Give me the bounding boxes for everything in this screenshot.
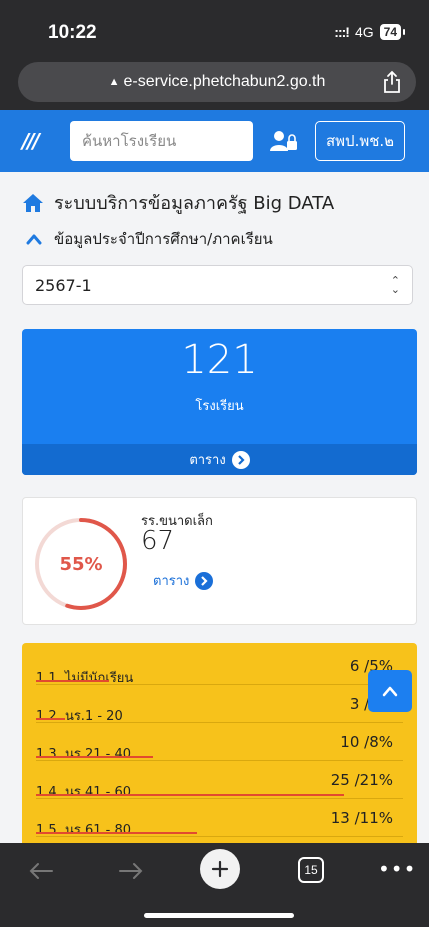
back-arrow-icon[interactable] bbox=[28, 861, 54, 881]
scroll-top-button[interactable] bbox=[368, 670, 412, 712]
plus-icon bbox=[211, 860, 229, 878]
arrow-right-circle-icon bbox=[195, 571, 214, 590]
arrow-right-circle-icon bbox=[231, 450, 250, 469]
size-breakdown-row: 1.3. นร.21 - 40 10 /8% bbox=[36, 723, 403, 762]
term-select[interactable]: 2567-1 ⌃ ⌄ bbox=[22, 265, 413, 305]
size-breakdown-value: 13 /11% bbox=[330, 809, 393, 827]
school-count-label: โรงเรียน bbox=[195, 399, 244, 414]
select-arrows-icon: ⌃ ⌄ bbox=[390, 274, 400, 296]
size-breakdown-bar bbox=[36, 832, 198, 834]
status-indicators: :::! 4G 74 bbox=[334, 24, 406, 40]
battery-icon: 74 bbox=[379, 24, 406, 40]
small-school-link-label: ตาราง bbox=[153, 574, 190, 589]
size-breakdown-row: 1.5. นร.61 - 80 13 /11% bbox=[36, 799, 403, 838]
chevron-up-icon[interactable] bbox=[26, 233, 42, 245]
page-title: ระบบบริการข้อมูลภาครัฐ Big DATA bbox=[54, 193, 335, 214]
signal-icon: :::! bbox=[334, 24, 350, 40]
site-navbar: /// สพป.พช.๒ bbox=[0, 110, 429, 172]
url-text: e-service.phetchabun2.go.th bbox=[123, 73, 326, 90]
term-select-value: 2567-1 bbox=[35, 275, 92, 295]
size-breakdown-panel: 1.1. ไม่มีนักเรียน6 /5%1.2. นร.1 - 203 /… bbox=[22, 643, 417, 843]
tab-count-button[interactable]: 15 bbox=[298, 857, 324, 883]
menu-icon[interactable]: /// bbox=[22, 129, 60, 153]
small-school-card: 55% รร.ขนาดเล็ก 67 ตาราง bbox=[22, 497, 417, 625]
school-search-input[interactable] bbox=[70, 121, 253, 161]
size-breakdown-bar bbox=[36, 794, 345, 796]
office-button[interactable]: สพป.พช.๒ bbox=[315, 121, 406, 161]
browser-url-area: ▲ e-service.phetchabun2.go.th bbox=[0, 56, 429, 110]
size-breakdown-row: 1.4. นร.41 - 60 25 /21% bbox=[36, 761, 403, 800]
title-row: ระบบบริการข้อมูลภาครัฐ Big DATA bbox=[0, 172, 429, 217]
size-breakdown-bar bbox=[36, 756, 154, 758]
small-school-percent: 55% bbox=[59, 553, 103, 575]
chevron-up-icon bbox=[382, 686, 398, 697]
small-school-count: 67 bbox=[141, 526, 175, 556]
home-indicator bbox=[144, 913, 294, 918]
status-bar: 10:22 :::! 4G 74 bbox=[0, 0, 429, 56]
subtitle: ข้อมูลประจำปีการศึกษา/ภาคเรียน bbox=[54, 230, 273, 248]
size-breakdown-row: 1.1. ไม่มีนักเรียน 6 /5% bbox=[36, 647, 403, 686]
school-table-link[interactable]: ตาราง bbox=[22, 444, 417, 475]
size-breakdown-bar bbox=[36, 680, 110, 682]
size-breakdown-bar bbox=[36, 718, 66, 720]
url-bar[interactable]: ▲ e-service.phetchabun2.go.th bbox=[18, 62, 416, 102]
size-breakdown-value: 10 /8% bbox=[340, 733, 393, 751]
school-table-link-label: ตาราง bbox=[189, 453, 226, 468]
school-count: 121 bbox=[181, 337, 258, 383]
small-school-table-link[interactable]: ตาราง bbox=[153, 570, 214, 591]
school-count-card: 121 โรงเรียน ตาราง bbox=[22, 329, 417, 475]
share-icon[interactable] bbox=[382, 70, 402, 94]
browser-toolbar: 15 ••• bbox=[0, 843, 429, 927]
lock-icon: ▲ bbox=[108, 76, 120, 88]
home-icon[interactable] bbox=[22, 193, 44, 213]
more-icon[interactable]: ••• bbox=[378, 857, 416, 881]
size-breakdown-row: 1.2. นร.1 - 203 /2% bbox=[36, 685, 403, 724]
forward-arrow-icon[interactable] bbox=[118, 861, 144, 881]
user-lock-icon[interactable] bbox=[269, 130, 299, 152]
size-breakdown-value: 25 /21% bbox=[330, 771, 393, 789]
network-label: 4G bbox=[354, 24, 374, 40]
subtitle-row[interactable]: ข้อมูลประจำปีการศึกษา/ภาคเรียน bbox=[0, 217, 429, 251]
status-time: 10:22 bbox=[48, 22, 97, 43]
new-tab-button[interactable] bbox=[200, 849, 240, 889]
web-page: /// สพป.พช.๒ ระบบบริการข้อมูลภาครัฐ Big … bbox=[0, 110, 429, 843]
